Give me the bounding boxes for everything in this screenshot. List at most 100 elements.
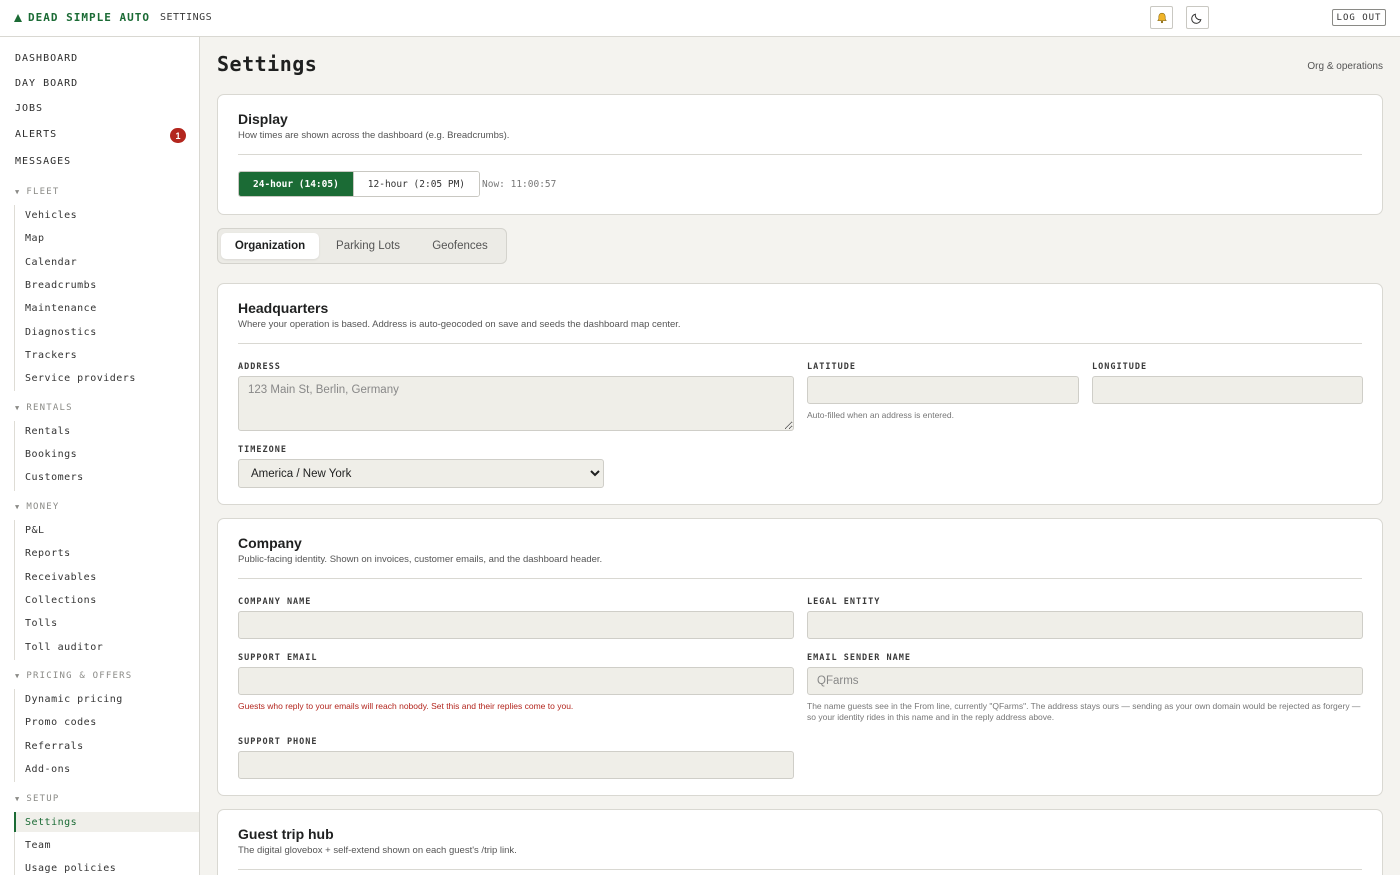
time-format-toggle: 24-hour (14:05) 12-hour (2:05 PM)	[238, 171, 481, 197]
sidebar-item-bookings[interactable]: Bookings	[14, 444, 199, 464]
sidebar-item-breadcrumbs[interactable]: Breadcrumbs	[14, 275, 199, 295]
latitude-input[interactable]	[807, 376, 1079, 404]
address-label: ADDRESS	[238, 362, 281, 372]
sidebar-section-setup[interactable]: ▼ SETUP	[15, 794, 60, 804]
caret-down-icon: ▼	[15, 672, 21, 680]
headquarters-card: Headquarters Where your operation is bas…	[217, 283, 1383, 505]
caret-down-icon: ▼	[15, 795, 21, 803]
time-format-12h-option[interactable]: 12-hour (2:05 PM)	[352, 172, 480, 196]
card-description: How times are shown across the dashboard…	[238, 130, 510, 141]
tree-icon	[14, 13, 22, 22]
support-email-input[interactable]	[238, 667, 794, 695]
sidebar-item-messages[interactable]: MESSAGES	[15, 156, 71, 167]
company-name-input[interactable]	[238, 611, 794, 639]
support-phone-label: SUPPORT PHONE	[238, 737, 318, 747]
current-time: Now: 11:00:57	[482, 179, 557, 190]
notifications-button[interactable]	[1150, 6, 1173, 29]
sidebar-item-service-providers[interactable]: Service providers	[14, 368, 199, 388]
card-description: Public-facing identity. Shown on invoice…	[238, 554, 603, 565]
card-title: Company	[238, 535, 302, 551]
card-description: The digital glovebox + self-extend shown…	[238, 845, 517, 856]
support-phone-input[interactable]	[238, 751, 794, 779]
section-title: FLEET	[26, 187, 60, 197]
sidebar-item-receivables[interactable]: Receivables	[14, 567, 199, 587]
tab-parking-lots[interactable]: Parking Lots	[322, 233, 414, 259]
page-subtitle: Org & operations	[1307, 61, 1383, 72]
theme-toggle-button[interactable]	[1186, 6, 1209, 29]
latitude-label: LATITUDE	[807, 362, 856, 372]
divider	[238, 343, 1362, 344]
brand-logo[interactable]: DEAD SIMPLE AUTO	[14, 11, 150, 24]
sidebar-item-diagnostics[interactable]: Diagnostics	[14, 322, 199, 342]
divider	[238, 869, 1362, 870]
sidebar: DASHBOARD DAY BOARD JOBS ALERTS 1 MESSAG…	[0, 37, 200, 875]
sidebar-item-vehicles[interactable]: Vehicles	[14, 205, 199, 225]
caret-down-icon: ▼	[15, 503, 21, 511]
sidebar-item-calendar[interactable]: Calendar	[14, 252, 199, 272]
sidebar-item-map[interactable]: Map	[14, 228, 199, 248]
email-sender-name-input[interactable]	[807, 667, 1363, 695]
company-card: Company Public-facing identity. Shown on…	[217, 518, 1383, 796]
sidebar-section-money[interactable]: ▼ MONEY	[15, 502, 60, 512]
sidebar-item-settings[interactable]: Settings	[14, 812, 199, 832]
tab-geofences[interactable]: Geofences	[416, 233, 504, 259]
legal-entity-input[interactable]	[807, 611, 1363, 639]
longitude-label: LONGITUDE	[1092, 362, 1148, 372]
sidebar-item-add-ons[interactable]: Add-ons	[14, 759, 199, 779]
sidebar-item-team[interactable]: Team	[14, 835, 199, 855]
section-title: SETUP	[26, 794, 60, 804]
email-sender-name-hint: The name guests see in the From line, cu…	[807, 701, 1361, 722]
card-title: Headquarters	[238, 300, 329, 316]
breadcrumb: SETTINGS	[160, 12, 213, 23]
support-email-error: Guests who reply to your emails will rea…	[238, 701, 574, 711]
sidebar-item-day-board[interactable]: DAY BOARD	[15, 78, 78, 89]
sidebar-item-customers[interactable]: Customers	[14, 467, 199, 487]
tab-organization[interactable]: Organization	[221, 233, 319, 259]
support-email-label: SUPPORT EMAIL	[238, 653, 318, 663]
logout-button[interactable]: LOG OUT	[1332, 9, 1386, 26]
sidebar-item-alerts[interactable]: ALERTS	[15, 129, 57, 140]
longitude-input[interactable]	[1092, 376, 1363, 404]
alerts-count-badge: 1	[170, 128, 186, 143]
guest-trip-hub-card: Guest trip hub The digital glovebox + se…	[217, 809, 1383, 875]
divider	[238, 154, 1362, 155]
sidebar-item-tolls[interactable]: Tolls	[14, 613, 199, 633]
sidebar-item-jobs[interactable]: JOBS	[15, 103, 43, 114]
sidebar-item-pnl[interactable]: P&L	[14, 520, 199, 540]
timezone-select[interactable]: America / New York	[238, 459, 604, 488]
caret-down-icon: ▼	[15, 404, 21, 412]
sidebar-item-trackers[interactable]: Trackers	[14, 345, 199, 365]
moon-icon	[1191, 13, 1202, 24]
sidebar-item-maintenance[interactable]: Maintenance	[14, 298, 199, 318]
brand-name: DEAD SIMPLE AUTO	[28, 11, 150, 24]
company-name-label: COMPANY NAME	[238, 597, 312, 607]
divider	[238, 578, 1362, 579]
card-description: Where your operation is based. Address i…	[238, 319, 681, 330]
display-card: Display How times are shown across the d…	[217, 94, 1383, 215]
sidebar-section-rentals[interactable]: ▼ RENTALS	[15, 403, 73, 413]
sidebar-item-dynamic-pricing[interactable]: Dynamic pricing	[14, 689, 199, 709]
time-format-24h-option[interactable]: 24-hour (14:05)	[239, 172, 353, 196]
sidebar-item-dashboard[interactable]: DASHBOARD	[15, 53, 78, 64]
sidebar-section-pricing-offers[interactable]: ▼ PRICING & OFFERS	[15, 671, 132, 681]
legal-entity-label: LEGAL ENTITY	[807, 597, 881, 607]
sidebar-item-referrals[interactable]: Referrals	[14, 736, 199, 756]
latitude-hint: Auto-filled when an address is entered.	[807, 410, 954, 420]
caret-down-icon: ▼	[15, 188, 21, 196]
email-sender-name-label: EMAIL SENDER NAME	[807, 653, 911, 663]
sidebar-item-collections[interactable]: Collections	[14, 590, 199, 610]
section-title: RENTALS	[26, 403, 73, 413]
bell-icon	[1156, 12, 1167, 23]
section-title: MONEY	[26, 502, 60, 512]
sidebar-item-reports[interactable]: Reports	[14, 543, 199, 563]
section-title: PRICING & OFFERS	[26, 671, 133, 681]
sidebar-item-usage-policies[interactable]: Usage policies	[14, 858, 199, 875]
sidebar-item-rentals[interactable]: Rentals	[14, 421, 199, 441]
sidebar-item-promo-codes[interactable]: Promo codes	[14, 712, 199, 732]
sidebar-section-fleet[interactable]: ▼ FLEET	[15, 187, 60, 197]
address-input[interactable]	[238, 376, 794, 431]
sidebar-item-toll-auditor[interactable]: Toll auditor	[14, 637, 199, 657]
page-title: Settings	[217, 52, 318, 76]
card-title: Guest trip hub	[238, 826, 334, 842]
settings-tabs: Organization Parking Lots Geofences	[217, 228, 507, 264]
